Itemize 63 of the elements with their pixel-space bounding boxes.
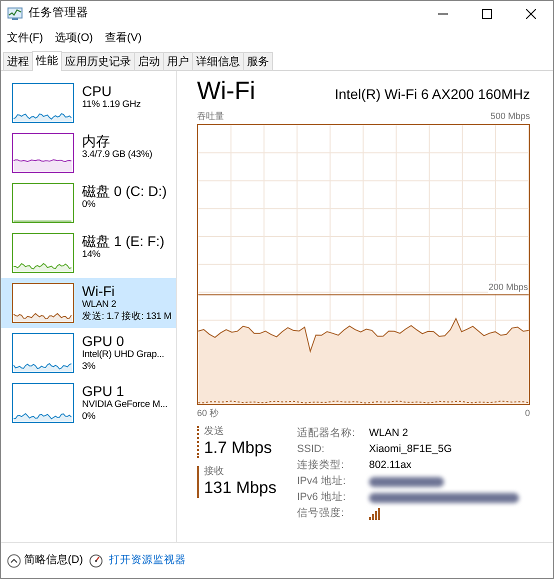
item-detail: 发送: 1.7 接收: 131 M	[82, 311, 172, 324]
axis-mid-label: 200 Mbps	[488, 280, 528, 294]
app-icon	[7, 7, 23, 21]
stat-label: 接收	[204, 466, 225, 478]
stat-value: 1.7 Mbps	[204, 438, 273, 458]
item-detail: Intel(R) UHD Grap...	[82, 349, 164, 362]
sidebar-item[interactable]: Wi-Fi WLAN 2 发送: 1.7 接收: 131 M	[1, 278, 176, 328]
detail-label: IPv6 地址:	[297, 490, 347, 506]
detail-label: SSID:	[297, 442, 326, 458]
item-name: GPU 0	[82, 333, 126, 350]
window-title: 任务管理器	[28, 6, 88, 22]
maximize-icon[interactable]	[482, 9, 492, 19]
stat-value: 131 Mbps	[204, 478, 278, 498]
item-name: 内存	[82, 133, 111, 150]
sidebar-item[interactable]: 磁盘 0 (C: D:) 0%	[1, 178, 176, 228]
item-detail: 11% 1.19 GHz	[82, 99, 141, 112]
item-name: Wi-Fi	[82, 283, 116, 300]
detail-value: WLAN 2	[369, 426, 408, 442]
tab[interactable]: 服务	[243, 52, 273, 70]
sidebar-item[interactable]: 磁盘 1 (E: F:) 14%	[1, 228, 176, 278]
collapse-icon	[7, 554, 21, 568]
resource-monitor-link[interactable]: 打开资源监视器	[109, 552, 186, 568]
sidebar-item[interactable]: GPU 1 NVIDIA GeForce M... 0%	[1, 378, 176, 428]
item-detail: 3%	[82, 361, 96, 374]
tab[interactable]: 进程	[3, 52, 33, 70]
detail-value: Xiaomi_8F1E_5G	[369, 442, 452, 458]
item-detail: 0%	[82, 199, 96, 212]
axis-label: 吞吐量	[197, 110, 224, 123]
adapter-name: Intel(R) Wi-Fi 6 AX200 160MHz	[334, 84, 530, 104]
item-detail: NVIDIA GeForce M...	[82, 399, 168, 412]
panel-title: Wi-Fi	[197, 76, 256, 108]
sidebar-item[interactable]: CPU 11% 1.19 GHz	[1, 78, 176, 128]
sidebar-item[interactable]: 内存 3.4/7.9 GB (43%)	[1, 128, 176, 178]
tab[interactable]: 启动	[134, 52, 164, 70]
detail-value: 802.11ax	[369, 458, 412, 474]
tab[interactable]: 用户	[163, 52, 193, 70]
item-name: CPU	[82, 83, 113, 100]
detail-label: 信号强度:	[297, 506, 345, 522]
detail-label: IPv4 地址:	[297, 474, 347, 490]
resource-monitor-icon	[89, 554, 104, 568]
detail-label: 适配器名称:	[297, 426, 356, 442]
item-name: 磁盘 1 (E: F:)	[82, 233, 164, 250]
stat-label: 发送	[204, 426, 225, 438]
menu-item[interactable]: 查看(V)	[98, 27, 148, 50]
signal-strength-icon	[369, 508, 382, 520]
axis-max-label: 500 Mbps	[490, 110, 530, 123]
tab[interactable]: 应用历史记录	[61, 52, 135, 70]
item-detail: WLAN 2	[82, 299, 118, 312]
time-label: 0	[524, 407, 530, 420]
summary-button[interactable]: 简略信息(D)	[7, 552, 84, 569]
menu-item[interactable]: 文件(F)	[1, 27, 50, 50]
item-detail: 0%	[82, 411, 96, 424]
tab[interactable]: 性能	[32, 51, 62, 72]
menu-item[interactable]: 选项(O)	[49, 27, 99, 50]
item-name: GPU 1	[82, 383, 126, 400]
item-name: 磁盘 0 (C: D:)	[82, 183, 167, 200]
close-icon[interactable]	[526, 9, 536, 19]
tab[interactable]: 详细信息	[192, 52, 244, 70]
sidebar-item[interactable]: GPU 0 Intel(R) UHD Grap... 3%	[1, 328, 176, 378]
detail-label: 连接类型:	[297, 458, 345, 474]
time-label: 60 秒	[197, 407, 219, 420]
item-detail: 3.4/7.9 GB (43%)	[82, 149, 152, 162]
item-detail: 14%	[82, 249, 102, 262]
